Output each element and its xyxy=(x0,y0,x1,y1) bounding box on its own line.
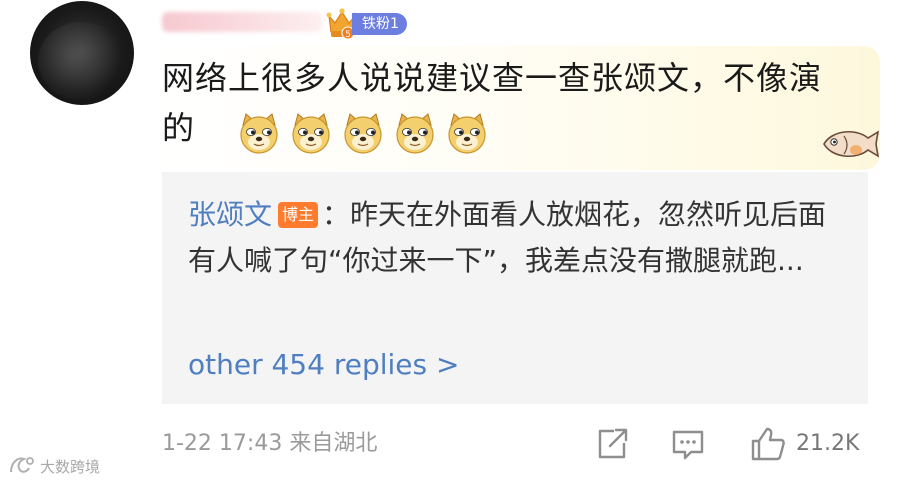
like-icon[interactable] xyxy=(748,424,788,464)
watermark-logo-icon xyxy=(10,457,34,473)
doge-emoji-icon xyxy=(292,113,330,154)
doge-emoji-icon xyxy=(448,113,486,154)
host-badge: 博主 xyxy=(278,202,319,228)
watermark-text: 大数跨境 xyxy=(40,457,101,476)
emoji-row xyxy=(237,111,489,155)
doge-emoji-icon xyxy=(240,113,278,154)
doge-emoji-icon xyxy=(396,113,434,154)
svg-text:5: 5 xyxy=(345,30,351,40)
reply-author-link[interactable]: 张颂文 xyxy=(188,198,272,231)
like-count: 21.2K xyxy=(796,431,860,456)
timestamp: 1-22 17:43 xyxy=(162,431,283,456)
reply-quote-text: 张颂文 博主 ：昨天在外面看人放烟花，忽然听见后面有人喊了句“你过来一下”，我差点没… xyxy=(188,192,848,284)
doge-emoji-icon xyxy=(344,113,382,154)
location: 来自湖北 xyxy=(289,431,378,456)
comment-meta: 1-22 17:43 来自湖北 xyxy=(162,426,377,462)
share-icon[interactable] xyxy=(592,424,632,464)
fan-badge: 铁粉1 xyxy=(352,13,407,35)
fish-sticker-icon xyxy=(823,130,880,158)
watermark: 大数跨境 xyxy=(8,451,100,481)
reply-separator: ： xyxy=(322,198,351,231)
more-replies-link[interactable]: other 454 replies > xyxy=(188,345,459,385)
comment-icon[interactable] xyxy=(668,424,708,464)
avatar-blur-overlay xyxy=(38,22,124,100)
username-blurred[interactable] xyxy=(162,12,322,32)
